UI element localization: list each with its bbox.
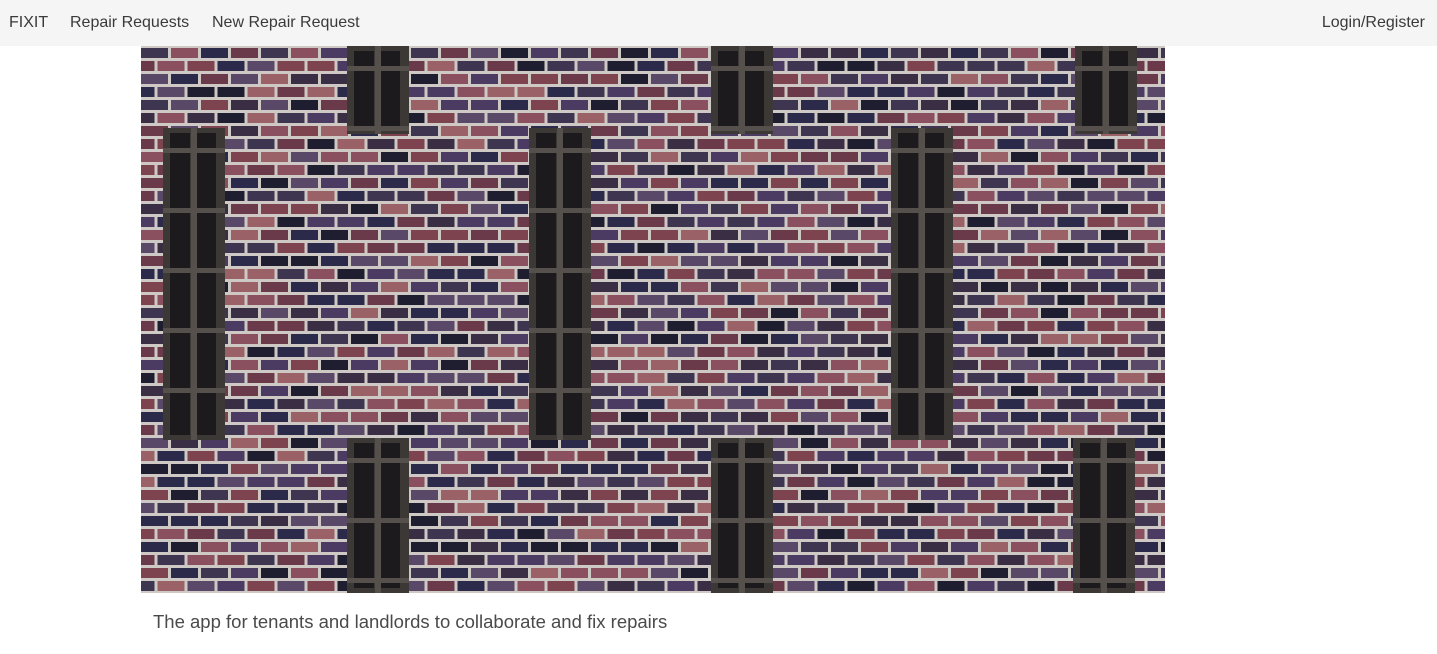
- tagline: The app for tenants and landlords to col…: [153, 611, 668, 632]
- top-navbar: FIXIT Repair Requests New Repair Request…: [0, 0, 1437, 46]
- login-register-link[interactable]: Login/Register: [1322, 0, 1425, 46]
- brick-wall-photo: [141, 46, 1165, 593]
- nav-link-new-repair-request[interactable]: New Repair Request: [212, 0, 360, 46]
- brand-logo-link[interactable]: FIXIT: [9, 0, 48, 46]
- hero-image: [141, 46, 1165, 593]
- nav-link-repair-requests[interactable]: Repair Requests: [70, 0, 189, 46]
